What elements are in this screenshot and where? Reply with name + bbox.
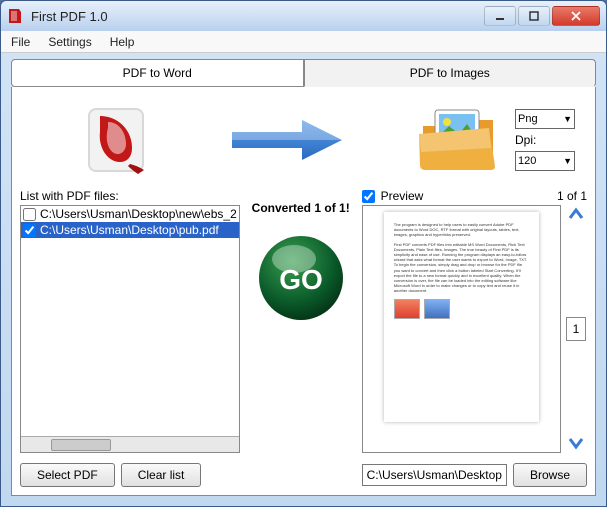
tab-bar: PDF to Word PDF to Images bbox=[11, 59, 596, 87]
clear-list-button[interactable]: Clear list bbox=[121, 463, 202, 487]
titlebar[interactable]: First PDF 1.0 bbox=[1, 1, 606, 31]
tab-pdf-to-word[interactable]: PDF to Word bbox=[11, 59, 304, 87]
list-item[interactable]: C:\Users\Usman\Desktop\new\ebs_2 bbox=[21, 206, 239, 222]
chevron-down-icon bbox=[567, 434, 585, 452]
output-path-field[interactable]: C:\Users\Usman\Desktop bbox=[362, 464, 507, 486]
main-panel: Png ▼ Dpi: 120 ▼ List with PDF files: bbox=[11, 87, 596, 496]
file-list-label: List with PDF files: bbox=[20, 189, 240, 203]
preview-frame: The program is designed to help users to… bbox=[362, 205, 561, 453]
mid-row: List with PDF files: C:\Users\Usman\Desk… bbox=[20, 189, 587, 487]
preview-checkbox[interactable] bbox=[362, 190, 375, 203]
page-down-button[interactable] bbox=[566, 433, 586, 453]
folder-icon bbox=[415, 100, 505, 180]
file-path: C:\Users\Usman\Desktop\new\ebs_2 bbox=[40, 207, 237, 221]
dpi-value: 120 bbox=[518, 155, 536, 167]
preview-column: Preview 1 of 1 The program is designed t… bbox=[362, 189, 587, 487]
file-checkbox[interactable] bbox=[23, 208, 36, 221]
content: PDF to Word PDF to Images bbox=[1, 53, 606, 506]
page-number[interactable]: 1 bbox=[566, 317, 586, 341]
chevron-down-icon: ▼ bbox=[563, 156, 572, 166]
app-icon bbox=[7, 8, 23, 24]
horizontal-scrollbar[interactable] bbox=[21, 436, 239, 452]
preview-thumb bbox=[394, 299, 420, 319]
window-title: First PDF 1.0 bbox=[31, 9, 484, 24]
close-button[interactable] bbox=[552, 6, 600, 26]
app-window: First PDF 1.0 File Settings Help PDF to … bbox=[0, 0, 607, 507]
page-up-button[interactable] bbox=[566, 205, 586, 225]
pdf-icon bbox=[78, 100, 158, 180]
status-text: Converted 1 of 1! bbox=[252, 201, 350, 215]
center-column: Converted 1 of 1! GO bbox=[250, 189, 352, 487]
dpi-select[interactable]: 120 ▼ bbox=[515, 151, 575, 171]
scrollbar-thumb[interactable] bbox=[51, 439, 111, 451]
page-nav: 1 bbox=[565, 205, 587, 453]
file-list[interactable]: C:\Users\Usman\Desktop\new\ebs_2 C:\User… bbox=[20, 205, 240, 453]
dpi-label: Dpi: bbox=[515, 133, 536, 147]
file-checkbox[interactable] bbox=[23, 224, 36, 237]
menubar: File Settings Help bbox=[1, 31, 606, 53]
file-list-column: List with PDF files: C:\Users\Usman\Desk… bbox=[20, 189, 240, 487]
menu-help[interactable]: Help bbox=[110, 35, 135, 49]
browse-button[interactable]: Browse bbox=[513, 463, 587, 487]
chevron-down-icon: ▼ bbox=[563, 114, 572, 124]
page-count: 1 of 1 bbox=[557, 189, 587, 203]
list-item[interactable]: C:\Users\Usman\Desktop\pub.pdf bbox=[21, 222, 239, 238]
arrow-icon bbox=[227, 115, 347, 165]
select-pdf-button[interactable]: Select PDF bbox=[20, 463, 115, 487]
menu-settings[interactable]: Settings bbox=[48, 35, 91, 49]
tab-pdf-to-images[interactable]: PDF to Images bbox=[304, 59, 597, 87]
menu-file[interactable]: File bbox=[11, 35, 30, 49]
minimize-button[interactable] bbox=[484, 6, 516, 26]
top-row: Png ▼ Dpi: 120 ▼ bbox=[20, 95, 587, 185]
chevron-up-icon bbox=[567, 206, 585, 224]
format-value: Png bbox=[518, 113, 538, 125]
format-options: Png ▼ Dpi: 120 ▼ bbox=[515, 109, 575, 171]
maximize-button[interactable] bbox=[518, 6, 550, 26]
go-button[interactable]: GO bbox=[256, 233, 346, 323]
file-path: C:\Users\Usman\Desktop\pub.pdf bbox=[40, 223, 219, 237]
preview-label: Preview bbox=[381, 189, 424, 203]
svg-text:GO: GO bbox=[279, 264, 323, 295]
preview-thumb bbox=[424, 299, 450, 319]
preview-page: The program is designed to help users to… bbox=[384, 212, 539, 422]
format-select[interactable]: Png ▼ bbox=[515, 109, 575, 129]
window-controls bbox=[484, 6, 600, 26]
preview-header: Preview 1 of 1 bbox=[362, 189, 587, 203]
